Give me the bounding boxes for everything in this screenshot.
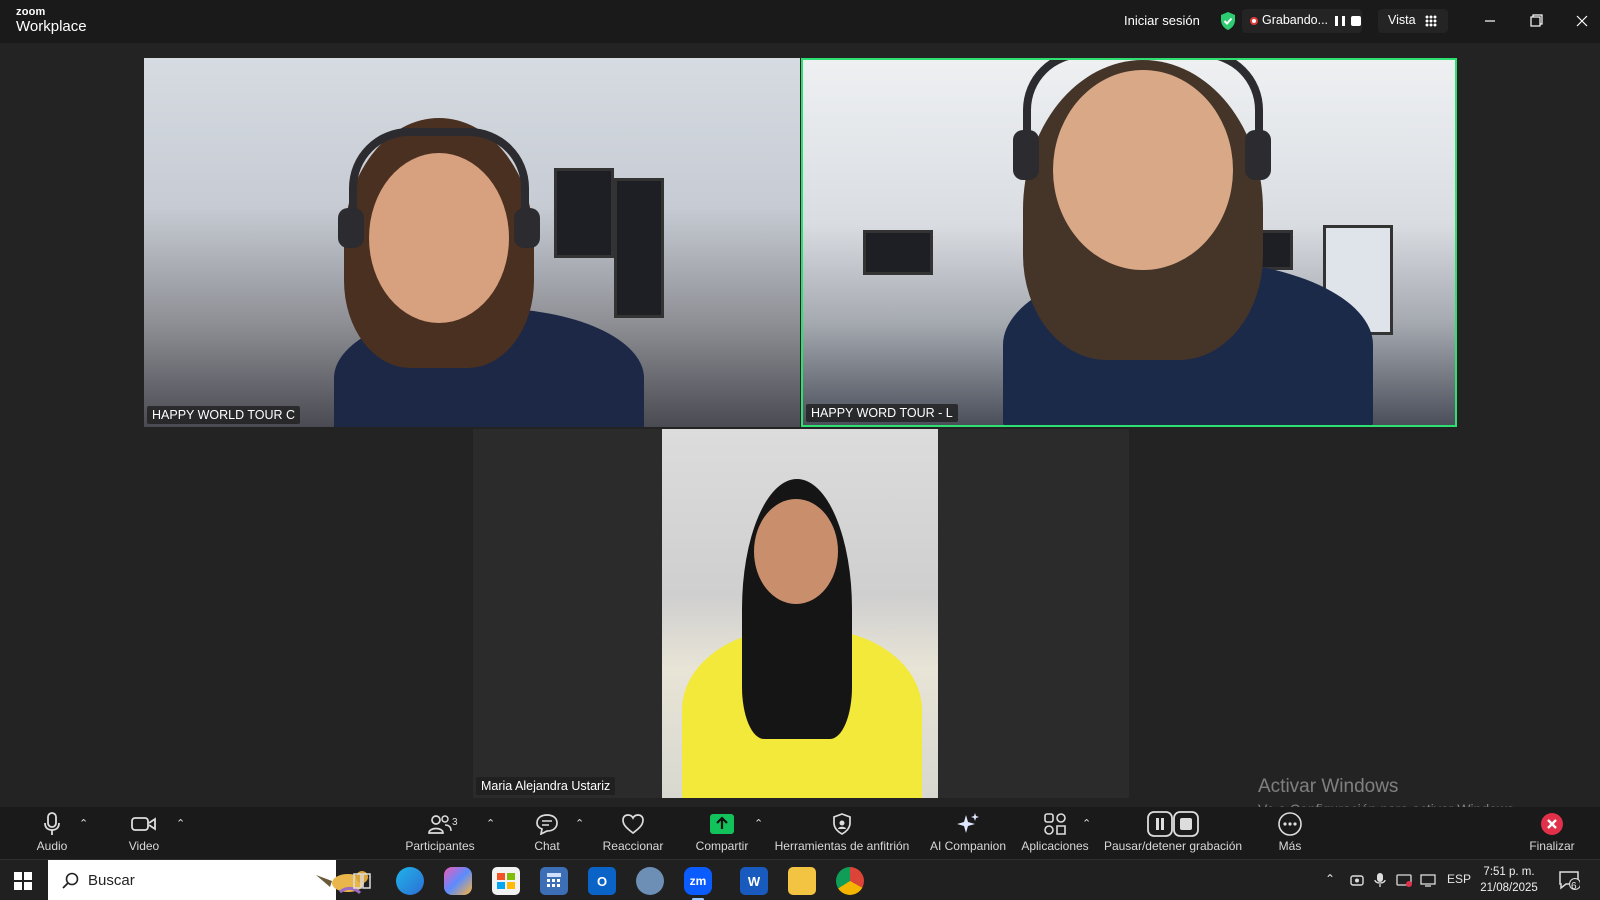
microphone-tray-icon[interactable] xyxy=(1374,872,1386,888)
zoom-app-icon[interactable]: zm xyxy=(684,867,712,900)
microphone-icon xyxy=(44,812,60,835)
audio-label: Audio xyxy=(36,839,68,853)
apps-label: Aplicaciones xyxy=(1021,839,1089,853)
heart-icon xyxy=(622,814,644,835)
apps-button[interactable]: Aplicaciones xyxy=(1018,811,1092,853)
search-icon xyxy=(62,872,79,889)
stop-recording-icon[interactable] xyxy=(1351,16,1361,26)
input-language[interactable]: ESP xyxy=(1447,872,1471,886)
grid-icon xyxy=(1425,15,1437,27)
clock-date: 21/08/2025 xyxy=(1480,882,1538,894)
end-label: Finalizar xyxy=(1529,839,1575,853)
chat-options-chevron-up-icon[interactable]: ⌃ xyxy=(575,817,584,830)
share-screen-icon xyxy=(710,814,734,834)
video-options-chevron-up-icon[interactable]: ⌃ xyxy=(176,817,185,830)
chat-label: Chat xyxy=(534,839,560,853)
participants-label: Participantes xyxy=(405,839,475,853)
copilot-icon[interactable] xyxy=(444,867,472,895)
react-button[interactable]: Reaccionar xyxy=(598,811,668,853)
participant-2-name: HAPPY WORD TOUR - L xyxy=(806,404,958,422)
more-button[interactable]: Más xyxy=(1270,811,1310,853)
taskbar-search-box[interactable]: Buscar xyxy=(48,860,374,900)
end-meeting-button[interactable]: Finalizar xyxy=(1524,811,1580,853)
clock-time: 7:51 p. m. xyxy=(1483,866,1535,878)
host-tools-label: Herramientas de anfitrión xyxy=(774,839,910,853)
participant-3-name: Maria Alejandra Ustariz xyxy=(476,777,616,795)
video-tile-participant-3[interactable]: Maria Alejandra Ustariz xyxy=(473,429,1129,798)
encryption-shield-icon[interactable] xyxy=(1219,11,1237,31)
paint-icon[interactable] xyxy=(636,867,664,895)
pause-stop-recording-button[interactable]: Pausar/detener grabación xyxy=(1103,811,1243,853)
windows-taskbar: Buscar O zm W ⌃ ESP 7:51 p. m. 21/08/202… xyxy=(0,859,1600,900)
zoom-workplace-logo: zoom Workplace xyxy=(16,6,87,35)
file-explorer-icon[interactable] xyxy=(788,867,816,895)
display-tray-icon[interactable] xyxy=(1420,872,1436,888)
participants-button[interactable]: Participantes xyxy=(400,811,480,853)
word-icon[interactable]: W xyxy=(740,867,768,895)
restore-icon[interactable] xyxy=(1522,8,1550,34)
participants-icon xyxy=(428,815,452,834)
share-screen-button[interactable]: Compartir xyxy=(688,811,756,853)
brand-bottom: Workplace xyxy=(16,18,87,35)
task-view-icon[interactable] xyxy=(348,867,376,895)
show-hidden-icons-chevron-up-icon[interactable]: ⌃ xyxy=(1325,872,1335,886)
participants-options-chevron-up-icon[interactable]: ⌃ xyxy=(486,817,495,830)
participants-count: 3 xyxy=(452,817,458,828)
participant-1-name: HAPPY WORLD TOUR C xyxy=(147,406,301,424)
minimize-icon[interactable] xyxy=(1476,8,1504,34)
video-tile-participant-2-active[interactable]: HAPPY WORD TOUR - L xyxy=(801,58,1457,427)
microsoft-store-icon[interactable] xyxy=(492,867,520,895)
chat-icon xyxy=(536,814,558,835)
audio-options-chevron-up-icon[interactable]: ⌃ xyxy=(79,817,88,830)
participant-3-video xyxy=(662,429,938,798)
pause-recording-label: Pausar/detener grabación xyxy=(1103,839,1243,853)
office-monitor xyxy=(863,230,933,275)
apps-options-chevron-up-icon[interactable]: ⌃ xyxy=(1082,817,1091,830)
chrome-icon[interactable] xyxy=(836,867,864,895)
camera-icon xyxy=(131,817,156,831)
signin-button[interactable]: Iniciar sesión xyxy=(1124,13,1200,28)
chat-button[interactable]: Chat xyxy=(527,811,567,853)
meeting-controls: Audio ⌃ Video ⌃ Participantes 3 ⌃ Chat ⌃… xyxy=(0,807,1600,859)
activate-windows-title: Activar Windows xyxy=(1258,776,1399,797)
meeting-camera-tray-icon[interactable] xyxy=(1350,872,1364,888)
recording-indicator: Grabando... xyxy=(1242,9,1362,33)
title-bar: zoom Workplace Iniciar sesión Grabando..… xyxy=(0,0,1600,43)
video-gallery: HAPPY WORLD TOUR C HAPPY WORD TOUR - L M… xyxy=(0,43,1600,817)
calculator-icon[interactable] xyxy=(540,867,568,895)
share-label: Compartir xyxy=(695,839,749,853)
end-meeting-icon xyxy=(1541,813,1563,835)
pause-stop-recording-icon xyxy=(1147,811,1199,837)
office-monitor xyxy=(554,168,614,258)
pause-recording-icon[interactable] xyxy=(1335,16,1345,26)
view-label: Vista xyxy=(1388,13,1416,27)
host-tools-button[interactable]: Herramientas de anfitrión xyxy=(772,811,912,853)
more-dots-icon xyxy=(1278,812,1302,836)
edge-browser-icon[interactable] xyxy=(396,867,424,895)
recording-dot-icon xyxy=(1250,17,1258,25)
close-icon[interactable] xyxy=(1568,8,1596,34)
network-tray-icon[interactable] xyxy=(1396,872,1412,888)
system-clock[interactable]: 7:51 p. m. 21/08/2025 xyxy=(1470,864,1548,896)
share-options-chevron-up-icon[interactable]: ⌃ xyxy=(754,817,763,830)
video-label: Video xyxy=(128,839,160,853)
notifications-count: 6 xyxy=(1571,881,1577,892)
host-shield-icon xyxy=(833,813,851,835)
apps-icon xyxy=(1044,813,1066,835)
ai-companion-button[interactable]: AI Companion xyxy=(925,811,1011,853)
video-button[interactable]: Video xyxy=(124,811,164,853)
react-label: Reaccionar xyxy=(602,839,664,853)
sparkle-icon xyxy=(957,813,979,833)
video-tile-participant-1[interactable]: HAPPY WORLD TOUR C xyxy=(144,58,800,427)
recording-status: Grabando... xyxy=(1262,13,1329,27)
ai-companion-label: AI Companion xyxy=(929,839,1007,853)
audio-button[interactable]: Audio xyxy=(32,811,72,853)
windows-start-icon[interactable] xyxy=(14,872,32,890)
outlook-icon[interactable]: O xyxy=(588,867,616,895)
brand-top: zoom xyxy=(16,6,46,18)
more-label: Más xyxy=(1278,839,1302,853)
search-placeholder: Buscar xyxy=(88,872,135,889)
view-button[interactable]: Vista xyxy=(1378,9,1448,33)
office-monitor xyxy=(614,178,664,318)
